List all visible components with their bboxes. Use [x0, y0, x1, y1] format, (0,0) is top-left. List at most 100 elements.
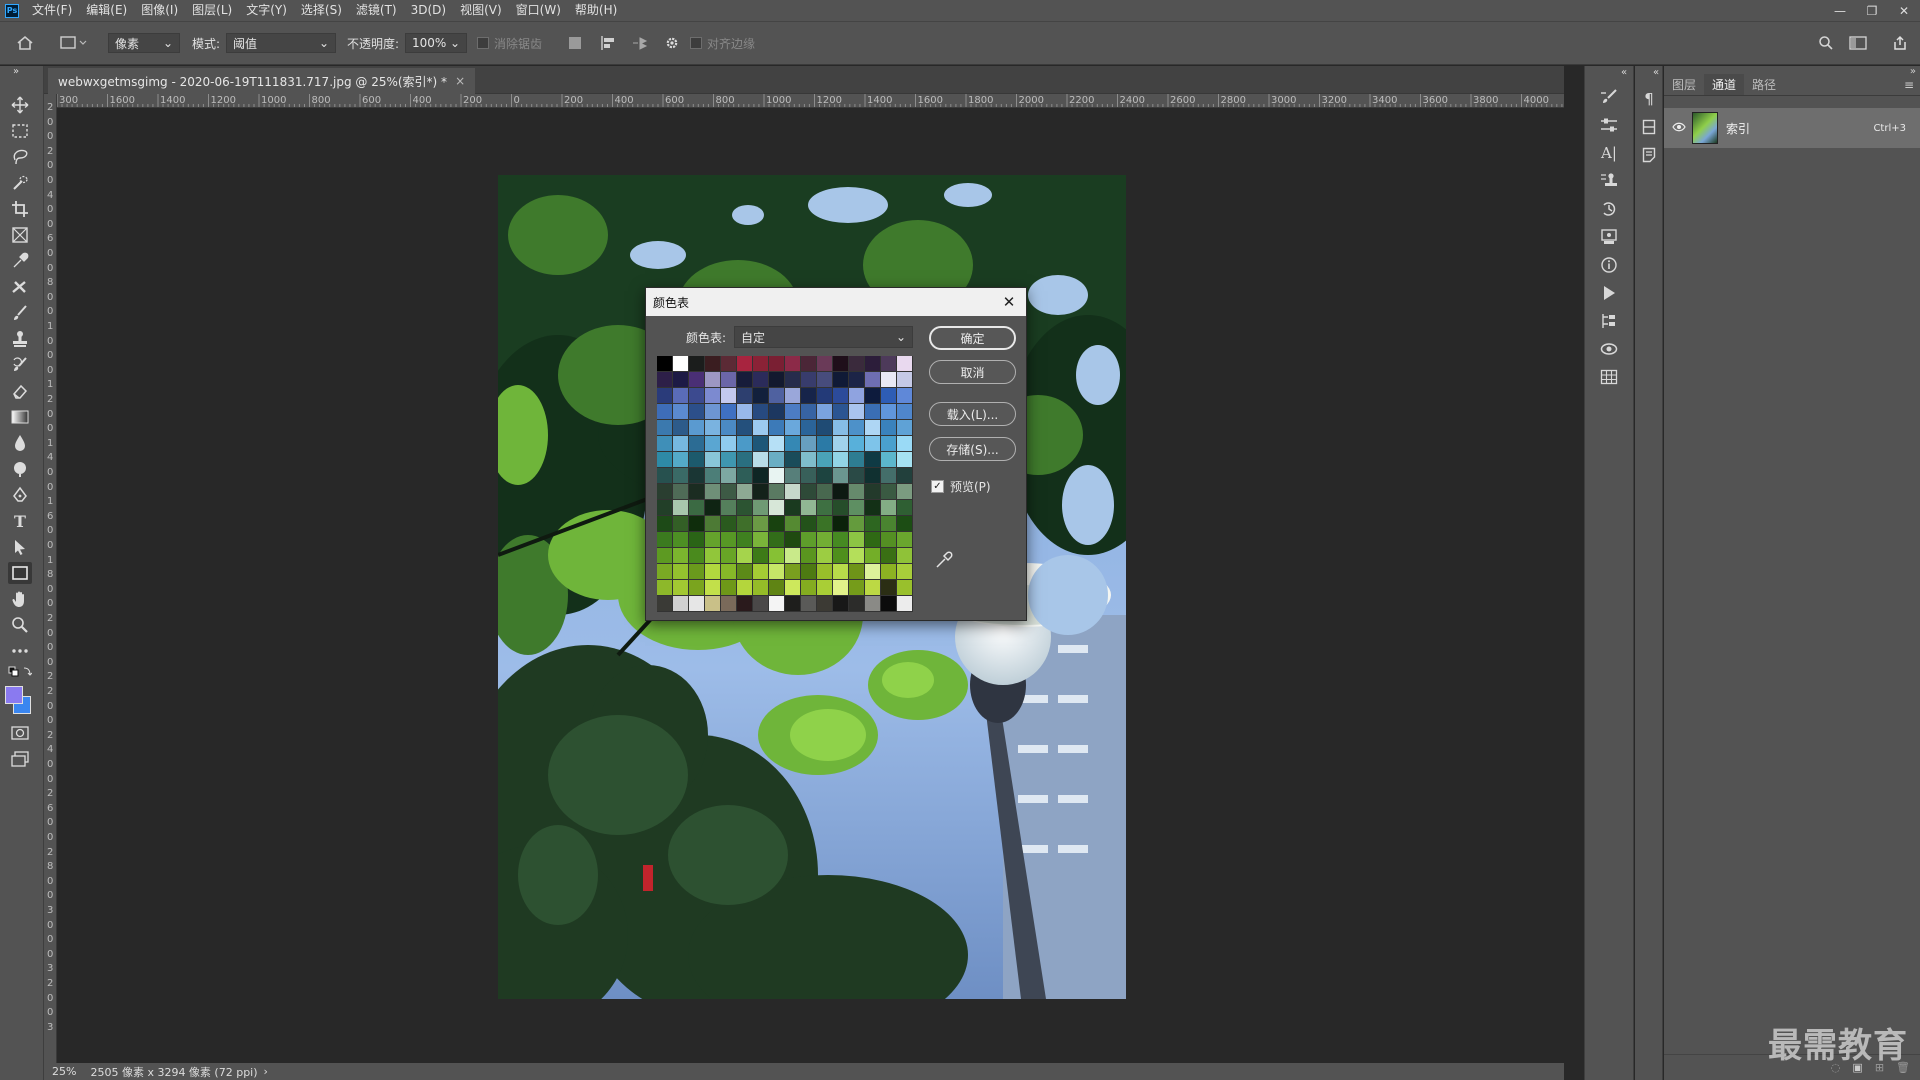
color-swatch[interactable] — [705, 484, 720, 499]
hand-tool-icon[interactable] — [8, 588, 32, 610]
color-swatch[interactable] — [801, 548, 816, 563]
color-swatch[interactable] — [897, 596, 912, 611]
color-swatch[interactable] — [801, 436, 816, 451]
color-swatch[interactable] — [689, 372, 704, 387]
color-swatch[interactable] — [881, 500, 896, 515]
color-swatch[interactable] — [657, 484, 672, 499]
color-swatch[interactable] — [721, 468, 736, 483]
color-swatch[interactable] — [801, 532, 816, 547]
color-swatch[interactable] — [737, 532, 752, 547]
color-swatch[interactable] — [721, 372, 736, 387]
color-swatch[interactable] — [689, 468, 704, 483]
color-swatch[interactable] — [881, 548, 896, 563]
color-swatch[interactable] — [769, 484, 784, 499]
actions-play-icon[interactable] — [1596, 282, 1622, 304]
menu-window[interactable]: 窗口(W) — [509, 0, 568, 21]
color-swatch[interactable] — [673, 564, 688, 579]
color-swatch[interactable] — [721, 356, 736, 371]
color-swatch[interactable] — [865, 500, 880, 515]
color-swatch[interactable] — [673, 580, 688, 595]
color-swatch[interactable] — [865, 484, 880, 499]
color-swatch[interactable] — [769, 548, 784, 563]
color-swatch[interactable] — [801, 372, 816, 387]
color-swatch[interactable] — [785, 548, 800, 563]
color-swatch[interactable] — [721, 388, 736, 403]
color-swatch[interactable] — [849, 356, 864, 371]
color-swatch[interactable] — [833, 388, 848, 403]
eyedropper-tool-icon[interactable] — [8, 250, 32, 272]
color-swatch[interactable] — [865, 532, 880, 547]
color-swatch[interactable] — [897, 548, 912, 563]
color-swatch[interactable] — [897, 388, 912, 403]
color-swatch[interactable] — [817, 372, 832, 387]
quick-selection-tool-icon[interactable] — [8, 172, 32, 194]
color-swatch-grid[interactable] — [657, 356, 913, 612]
color-swatch[interactable] — [817, 548, 832, 563]
color-swatch[interactable] — [785, 372, 800, 387]
color-swatch[interactable] — [849, 484, 864, 499]
color-swatch[interactable] — [801, 452, 816, 467]
color-swatch[interactable] — [753, 500, 768, 515]
color-swatch[interactable] — [753, 468, 768, 483]
load-button[interactable]: 载入(L)... — [929, 402, 1016, 426]
color-swatch[interactable] — [753, 452, 768, 467]
color-swatch[interactable] — [865, 596, 880, 611]
color-swatch[interactable] — [801, 596, 816, 611]
eraser-tool-icon[interactable] — [8, 380, 32, 402]
color-swatch[interactable] — [817, 436, 832, 451]
menu-filter[interactable]: 滤镜(T) — [349, 0, 404, 21]
history-icon[interactable] — [1596, 198, 1622, 220]
path-selection-tool-icon[interactable] — [8, 536, 32, 558]
color-swatch[interactable] — [721, 484, 736, 499]
color-swatch[interactable] — [737, 356, 752, 371]
pen-tool-icon[interactable] — [8, 484, 32, 506]
path-alignment-icon[interactable] — [600, 33, 618, 53]
more-tools-icon[interactable] — [8, 640, 32, 662]
color-swatch[interactable] — [865, 388, 880, 403]
color-swatch[interactable] — [785, 420, 800, 435]
info-icon[interactable] — [1596, 254, 1622, 276]
color-swatch[interactable] — [769, 532, 784, 547]
color-swatch[interactable] — [753, 404, 768, 419]
color-swatch[interactable] — [849, 452, 864, 467]
color-swatch[interactable] — [849, 404, 864, 419]
color-swatch[interactable] — [753, 564, 768, 579]
quick-mask-icon[interactable] — [8, 722, 32, 744]
color-swatch[interactable] — [689, 596, 704, 611]
color-swatch[interactable] — [849, 580, 864, 595]
save-button[interactable]: 存储(S)... — [929, 437, 1016, 461]
color-swatch[interactable] — [769, 516, 784, 531]
color-swatch[interactable] — [753, 532, 768, 547]
color-swatch[interactable] — [865, 548, 880, 563]
status-menu-arrow-icon[interactable]: › — [264, 1065, 268, 1078]
color-swatch[interactable] — [833, 580, 848, 595]
ok-button[interactable]: 确定 — [929, 326, 1016, 350]
menu-edit[interactable]: 编辑(E) — [79, 0, 134, 21]
menu-select[interactable]: 选择(S) — [294, 0, 349, 21]
color-swatch[interactable] — [865, 468, 880, 483]
3d-icon[interactable] — [1596, 338, 1622, 360]
color-swatch[interactable] — [785, 468, 800, 483]
color-swatch[interactable] — [865, 452, 880, 467]
color-swatch[interactable] — [865, 404, 880, 419]
color-swatch[interactable] — [705, 564, 720, 579]
color-swatch[interactable] — [753, 516, 768, 531]
color-swatch[interactable] — [705, 516, 720, 531]
color-swatch[interactable] — [849, 532, 864, 547]
libraries-icon[interactable] — [1596, 226, 1622, 248]
color-swatch[interactable] — [721, 420, 736, 435]
type-tool-icon[interactable]: T — [8, 510, 32, 532]
color-swatch[interactable] — [705, 372, 720, 387]
menu-type[interactable]: 文字(Y) — [239, 0, 294, 21]
color-swatch[interactable] — [881, 420, 896, 435]
character-panel-icon[interactable]: A| — [1596, 142, 1622, 164]
color-swatch[interactable] — [657, 500, 672, 515]
color-swatch[interactable] — [689, 452, 704, 467]
color-swatch[interactable] — [689, 404, 704, 419]
color-swatch[interactable] — [897, 500, 912, 515]
healing-brush-tool-icon[interactable] — [8, 276, 32, 298]
menu-view[interactable]: 视图(V) — [453, 0, 509, 21]
color-swatch[interactable] — [657, 596, 672, 611]
properties-icon[interactable] — [1596, 310, 1622, 332]
color-swatch[interactable] — [881, 372, 896, 387]
